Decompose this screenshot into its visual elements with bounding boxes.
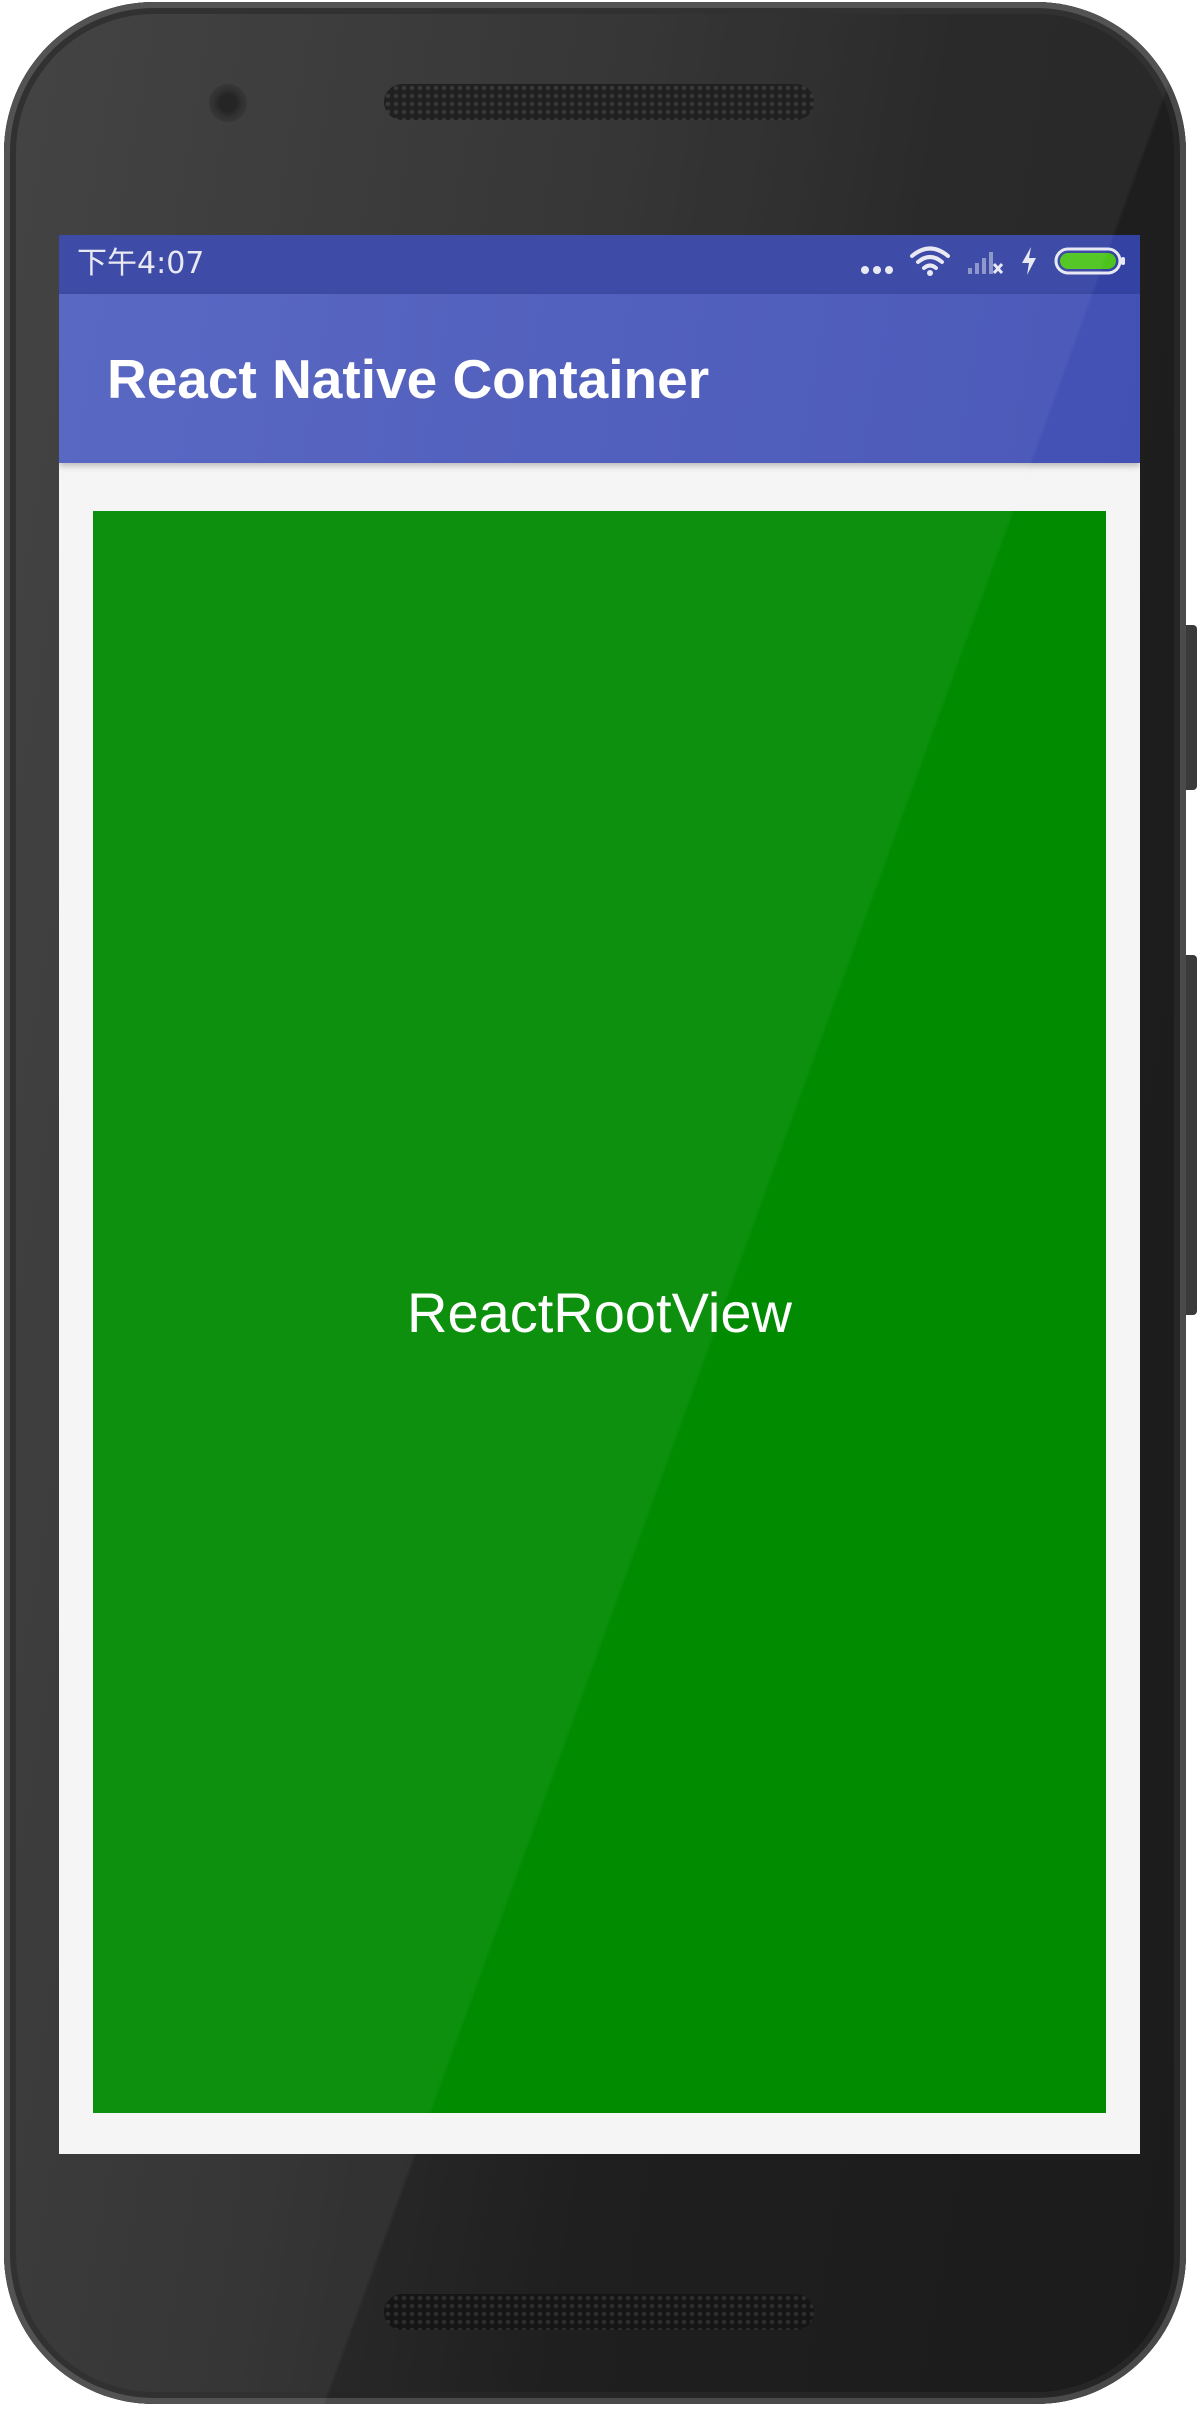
power-button: [1186, 625, 1197, 790]
signal-off-icon: [966, 246, 1004, 284]
volume-button: [1186, 955, 1197, 1315]
front-camera-icon: [209, 84, 247, 122]
phone-frame: 下午4:07 React Native Container ReactRootV…: [4, 2, 1186, 2404]
status-icons: [860, 245, 1126, 285]
app-bar: React Native Container: [59, 294, 1140, 463]
bottom-speaker-grille: [384, 2294, 814, 2330]
status-bar: 下午4:07: [59, 235, 1140, 294]
top-speaker-grille: [384, 84, 814, 120]
react-root-view-label: ReactRootView: [407, 1280, 792, 1344]
more-dots-icon: [860, 248, 894, 283]
wifi-icon: [910, 245, 950, 285]
battery-icon: [1054, 246, 1126, 284]
app-title: React Native Container: [107, 348, 710, 410]
status-time: 下午4:07: [77, 246, 205, 281]
charging-icon: [1020, 246, 1038, 284]
device-screen: 下午4:07 React Native Container ReactRootV…: [59, 235, 1140, 2154]
react-root-view[interactable]: ReactRootView: [93, 511, 1106, 2113]
